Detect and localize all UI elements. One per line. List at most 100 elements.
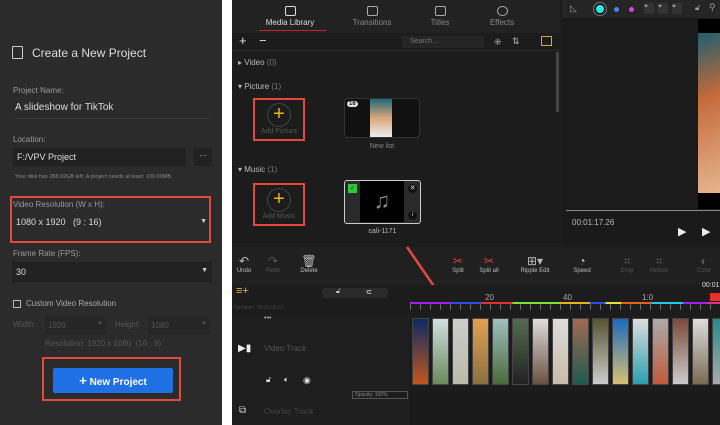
- time-ruler[interactable]: 20 40 1:0 00:01: [410, 282, 720, 313]
- remove-icon[interactable]: −: [259, 33, 267, 48]
- eye-icon[interactable]: ◉: [303, 375, 311, 386]
- color-dot-blue[interactable]: [614, 7, 619, 12]
- video-editor: Media Library Transitions Titles Effects…: [232, 0, 720, 425]
- brush-icon[interactable]: ⚲: [709, 2, 716, 13]
- opacity-input[interactable]: Opacity: 100%: [352, 391, 408, 399]
- align-select-icon[interactable]: ⌖: [644, 3, 654, 14]
- section-picture[interactable]: ▾ Picture (1): [238, 82, 281, 91]
- project-name-input[interactable]: A slideshow for TikTok: [15, 102, 210, 119]
- sort-icon[interactable]: ⇅: [512, 36, 520, 47]
- location-input[interactable]: F:/VPV Project: [13, 148, 186, 166]
- clip-thumbnail[interactable]: [412, 318, 429, 385]
- add-music-label: Add Music: [262, 213, 296, 220]
- search-input[interactable]: Search...: [402, 36, 484, 48]
- ripple-edit-icon: ⊞▾: [526, 254, 544, 268]
- clip-thumbnail[interactable]: [452, 318, 469, 385]
- new-project-button[interactable]: + New Project: [53, 368, 173, 393]
- color-dot-cyan[interactable]: [596, 5, 604, 13]
- redo-button[interactable]: ↷ Redo: [256, 254, 290, 274]
- playhead-marker[interactable]: [710, 293, 720, 301]
- clip-thumbnail[interactable]: [592, 318, 609, 385]
- play-from-start-icon[interactable]: ▶: [678, 225, 686, 238]
- split-label: Split: [452, 268, 464, 274]
- ruler-tick-label: 40: [563, 293, 572, 302]
- playhead-time: 00:01: [702, 282, 720, 289]
- lock-toggle[interactable]: 🔓︎ ⊂: [322, 288, 388, 298]
- motion-button[interactable]: ⌗ Motion: [642, 254, 676, 274]
- add-music-button[interactable]: + Add Music: [253, 183, 305, 226]
- resolution-label: Video Resolution (W x H):: [13, 200, 105, 209]
- edit-icon: [12, 46, 23, 59]
- add-track-icon[interactable]: ≡+: [236, 285, 249, 297]
- color-button[interactable]: ◐ Color: [687, 254, 720, 274]
- frame-rate-select[interactable]: 30 ▼: [12, 262, 212, 282]
- dropdown-arrow-icon: ▼: [201, 321, 207, 327]
- clip-thumbnail[interactable]: [432, 318, 449, 385]
- play-icon[interactable]: ▶: [702, 225, 710, 238]
- add-icon[interactable]: +: [239, 33, 247, 48]
- browse-button[interactable]: ···: [194, 148, 212, 166]
- timeline-toolbar: ↶ Undo ↷ Redo 🗑︎ Delete ✂ Split ✂ Split all ⊞…: [232, 247, 720, 285]
- clip-thumbnail[interactable]: [692, 318, 709, 385]
- custom-resolution-checkbox[interactable]: [13, 300, 21, 308]
- redo-icon: ↷: [267, 254, 279, 268]
- dropdown-arrow-icon: ▼: [200, 218, 207, 225]
- add-circle-icon: +: [267, 188, 291, 212]
- add-picture-button[interactable]: + Add Picture: [253, 98, 305, 141]
- width-select[interactable]: 1920 ▼: [45, 316, 106, 334]
- music-item[interactable]: ✓ ♫ ✕ i: [344, 180, 421, 224]
- clip-thumbnail[interactable]: [672, 318, 689, 385]
- crop-button[interactable]: ⌗ Crop: [610, 254, 644, 274]
- section-music[interactable]: ▾ Music (1): [238, 165, 277, 174]
- tab-media-library[interactable]: Media Library: [260, 6, 320, 27]
- more-icon[interactable]: •••: [264, 315, 271, 322]
- color-dot-magenta[interactable]: [629, 7, 634, 12]
- clip-thumbnail[interactable]: [652, 318, 669, 385]
- dialog-title: Create a New Project: [32, 46, 147, 60]
- frame-rate-value: 30: [16, 267, 27, 277]
- clip-thumbnail[interactable]: [572, 318, 589, 385]
- align-left-icon[interactable]: ⌖: [672, 3, 682, 14]
- split-all-button[interactable]: ✂ Split all: [472, 254, 506, 274]
- project-name-label: Project Name:: [13, 86, 64, 95]
- color-label: Color: [696, 268, 712, 274]
- checked-icon[interactable]: ✓: [348, 184, 357, 193]
- section-video[interactable]: ▸ Video (0): [238, 58, 277, 67]
- speed-button[interactable]: ◔ Speed: [565, 254, 599, 274]
- tab-titles[interactable]: Titles: [410, 6, 470, 27]
- picture-item[interactable]: 16: [344, 98, 420, 138]
- clip-thumbnail[interactable]: [632, 318, 649, 385]
- height-select[interactable]: 1080 ▼: [148, 316, 210, 334]
- clip-thumbnail[interactable]: [512, 318, 529, 385]
- align-top-icon[interactable]: ⌖: [658, 3, 668, 14]
- resolution-value: 1080 x 1920 (9 : 16): [16, 217, 102, 227]
- tab-label: Media Library: [265, 18, 315, 27]
- resolution-select[interactable]: 1080 x 1920 (9 : 16) ▼: [13, 213, 209, 233]
- unlock-icon[interactable]: 🔓︎: [266, 375, 271, 385]
- ruler-icon[interactable]: ◺: [570, 3, 577, 14]
- clip-thumbnail[interactable]: [472, 318, 489, 385]
- preview-time: 00:01:17.26: [572, 218, 615, 227]
- speedometer-icon: ◔: [578, 254, 586, 268]
- clip-thumbnail[interactable]: [492, 318, 509, 385]
- volume-icon[interactable]: 🔈︎: [284, 375, 289, 385]
- panel-toggle-icon[interactable]: [541, 36, 552, 46]
- clip-thumbnail[interactable]: [532, 318, 549, 385]
- tab-label: Transitions: [352, 18, 392, 27]
- tab-transitions[interactable]: Transitions: [342, 6, 402, 27]
- tab-effects[interactable]: Effects: [472, 6, 532, 27]
- clip-thumbnail[interactable]: [612, 318, 629, 385]
- close-icon[interactable]: ✕: [408, 184, 417, 193]
- delete-button[interactable]: 🗑︎ Delete: [292, 254, 326, 274]
- clip-thumbnail[interactable]: [712, 318, 720, 385]
- progress-bar[interactable]: [566, 210, 720, 211]
- section-count: (0): [266, 58, 277, 67]
- info-icon[interactable]: i: [408, 211, 417, 220]
- ripple-edit-button[interactable]: ⊞▾ Ripple Edit: [518, 254, 552, 274]
- grid-view-icon[interactable]: ⁜: [494, 37, 502, 48]
- clip-thumbnail[interactable]: [552, 318, 569, 385]
- unlock-icon[interactable]: 🔓︎: [695, 3, 700, 13]
- scrollbar[interactable]: [556, 52, 559, 112]
- video-track-clips: [410, 318, 720, 386]
- split-all-label: Split all: [479, 268, 499, 274]
